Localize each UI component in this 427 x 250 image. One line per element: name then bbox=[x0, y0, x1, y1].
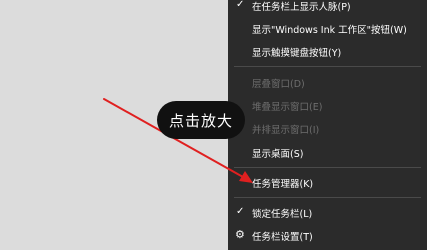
menu-item-show-touch-keyboard-button[interactable]: 显示触摸键盘按钮(Y) bbox=[228, 43, 427, 61]
menu-item-show-windows-ink-button[interactable]: 显示"Windows Ink 工作区"按钮(W) bbox=[228, 20, 427, 38]
menu-item-label: 层叠窗口(D) bbox=[252, 79, 305, 90]
checkmark-icon: ✓ bbox=[236, 206, 245, 217]
menu-item-stack-windows: 堆叠显示窗口(E) bbox=[228, 97, 427, 115]
checkmark-icon: ✓ bbox=[236, 0, 245, 10]
gear-icon: ⚙ bbox=[235, 228, 245, 241]
menu-item-show-desktop[interactable]: 显示桌面(S) bbox=[228, 144, 427, 162]
zoom-hint-bubble[interactable]: 点击放大 bbox=[157, 101, 245, 139]
menu-item-label: 显示触摸键盘按钮(Y) bbox=[252, 48, 342, 59]
menu-item-lock-taskbar[interactable]: ✓ 锁定任务栏(L) bbox=[228, 204, 427, 222]
menu-item-label: 显示"Windows Ink 工作区"按钮(W) bbox=[252, 25, 407, 36]
menu-item-label: 任务栏设置(T) bbox=[252, 232, 313, 243]
menu-item-label: 任务管理器(K) bbox=[252, 179, 314, 190]
menu-item-show-people[interactable]: ✓ 在任务栏上显示人脉(P) bbox=[228, 0, 427, 15]
zoom-hint-label: 点击放大 bbox=[168, 111, 233, 130]
menu-item-label: 堆叠显示窗口(E) bbox=[252, 102, 323, 113]
menu-item-label: 在任务栏上显示人脉(P) bbox=[252, 2, 351, 13]
menu-item-taskbar-settings[interactable]: ⚙ 任务栏设置(T) bbox=[228, 227, 427, 245]
menu-item-label: 显示桌面(S) bbox=[252, 149, 304, 160]
menu-item-cascade-windows: 层叠窗口(D) bbox=[228, 74, 427, 92]
menu-item-task-manager[interactable]: 任务管理器(K) bbox=[228, 174, 427, 192]
menu-separator bbox=[234, 66, 421, 67]
menu-item-label: 锁定任务栏(L) bbox=[252, 209, 313, 220]
menu-item-side-by-side-windows: 并排显示窗口(I) bbox=[228, 120, 427, 138]
menu-separator bbox=[234, 197, 421, 198]
menu-separator bbox=[234, 167, 421, 168]
taskbar-context-menu: ✓ 在任务栏上显示人脉(P) 显示"Windows Ink 工作区"按钮(W) … bbox=[228, 0, 427, 250]
menu-item-label: 并排显示窗口(I) bbox=[252, 125, 320, 136]
